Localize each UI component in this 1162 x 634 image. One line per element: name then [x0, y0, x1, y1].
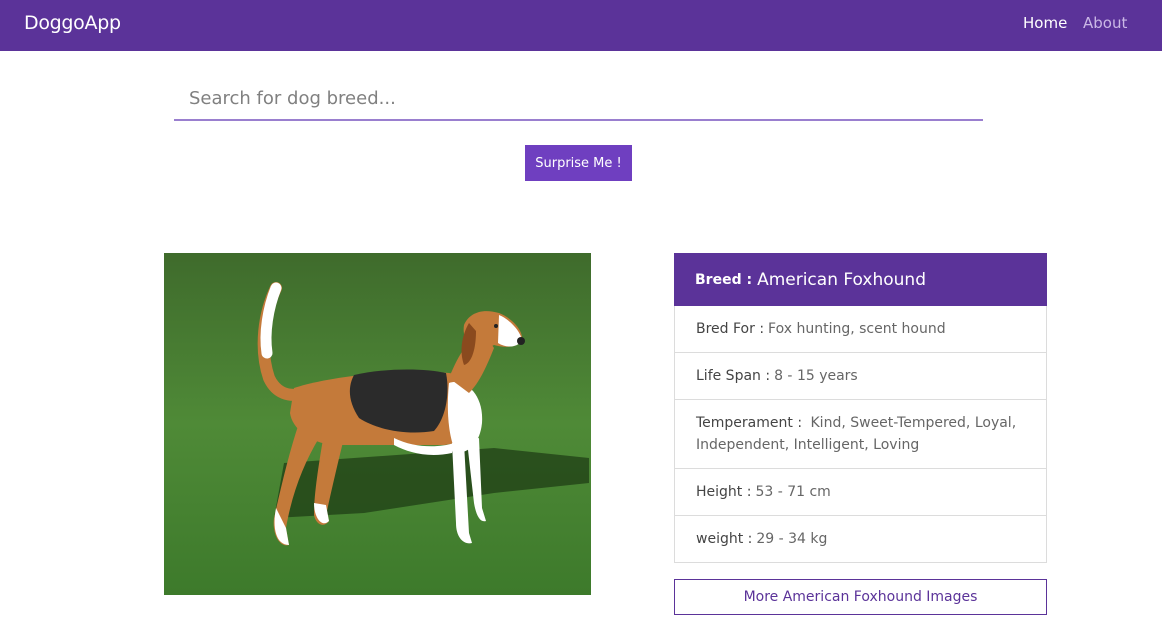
- height-row: Height : 53 - 71 cm: [674, 469, 1047, 516]
- surprise-me-button[interactable]: Surprise Me !: [525, 145, 632, 181]
- more-images-button[interactable]: More American Foxhound Images: [674, 579, 1047, 615]
- bred-for-value: Fox hunting, scent hound: [768, 321, 946, 337]
- height-label: Height :: [696, 484, 752, 500]
- height-value: 53 - 71 cm: [755, 484, 831, 500]
- temperament-text: Temperament : Kind, Sweet-Tempered, Loya…: [696, 412, 1025, 456]
- life-span-value: 8 - 15 years: [774, 368, 858, 384]
- breed-info-card: Breed : American Foxhound Bred For : Fox…: [674, 253, 1047, 563]
- bred-for-label: Bred For :: [696, 321, 765, 337]
- temperament-row: Temperament : Kind, Sweet-Tempered, Loya…: [674, 400, 1047, 469]
- nav-link-about[interactable]: About: [1083, 14, 1127, 32]
- life-span-label: Life Span :: [696, 368, 771, 384]
- bred-for-row: Bred For : Fox hunting, scent hound: [674, 306, 1047, 353]
- brand-logo[interactable]: DoggoApp: [24, 12, 121, 34]
- dog-photo: [164, 253, 591, 595]
- nav-link-home[interactable]: Home: [1023, 14, 1067, 32]
- breed-header: Breed : American Foxhound: [674, 253, 1047, 306]
- search-container: [174, 77, 983, 121]
- life-span-row: Life Span : 8 - 15 years: [674, 353, 1047, 400]
- search-input[interactable]: [174, 77, 983, 119]
- breed-label: Breed :: [695, 271, 753, 288]
- temperament-label: Temperament :: [696, 415, 803, 431]
- weight-value: 29 - 34 kg: [756, 531, 828, 547]
- navbar: DoggoApp Home About: [0, 0, 1162, 51]
- weight-row: weight : 29 - 34 kg: [674, 516, 1047, 563]
- weight-label: weight :: [696, 531, 753, 547]
- breed-name: American Foxhound: [757, 269, 926, 290]
- dog-image: [164, 253, 591, 595]
